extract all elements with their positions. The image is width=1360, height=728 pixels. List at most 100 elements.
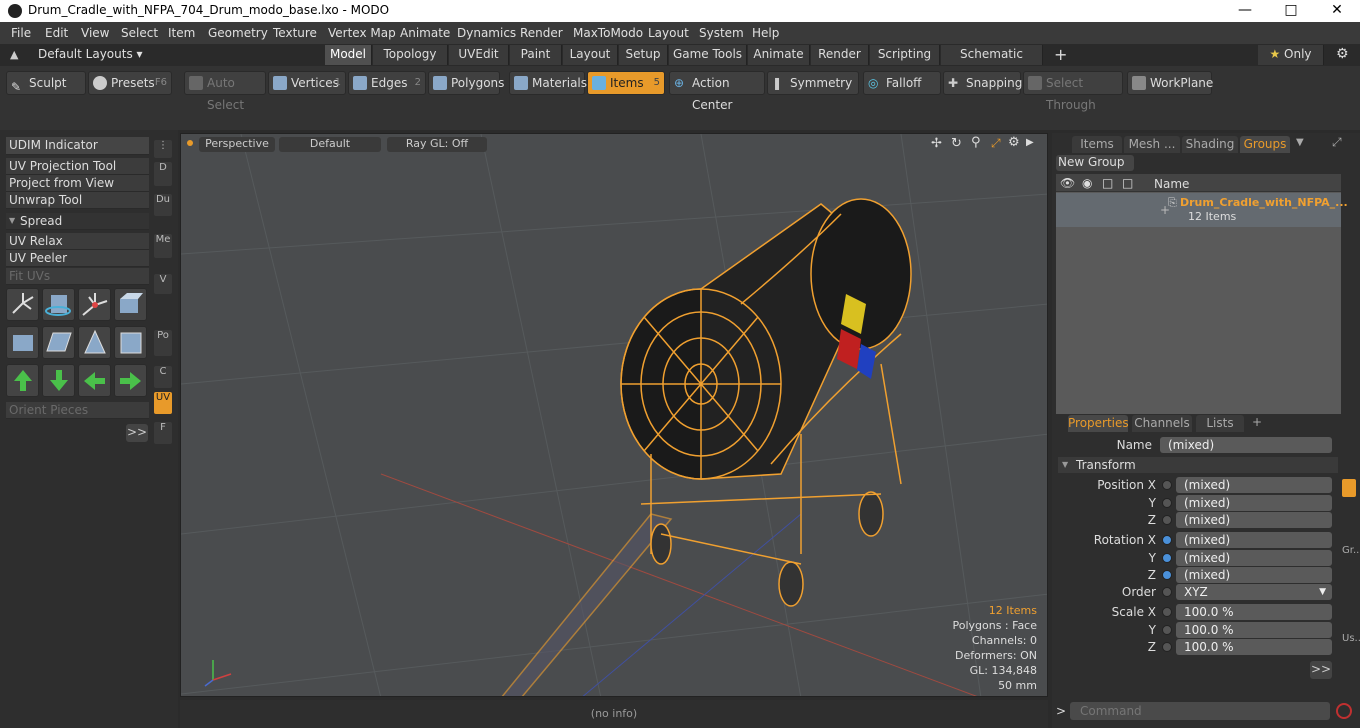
- render-icon[interactable]: ◉: [1082, 176, 1092, 190]
- order-radio[interactable]: [1162, 587, 1172, 597]
- symmetry-button[interactable]: ❚ Symmetry: [767, 71, 859, 95]
- uv-move-icon[interactable]: [78, 288, 111, 321]
- uv-peeler-item[interactable]: UV Peeler: [6, 250, 149, 267]
- menu-animate[interactable]: Animate: [400, 26, 450, 40]
- rotation-x-field[interactable]: (mixed): [1176, 532, 1332, 548]
- project-from-view-item[interactable]: Project from View: [6, 175, 149, 192]
- vtab-c[interactable]: C: [154, 366, 172, 388]
- scale-z-radio[interactable]: [1162, 642, 1172, 652]
- add-tab-icon[interactable]: +: [1054, 45, 1067, 64]
- position-x-radio[interactable]: [1162, 480, 1172, 490]
- tab-properties[interactable]: Properties: [1068, 415, 1129, 432]
- unwrap-tool-item[interactable]: Unwrap Tool: [6, 192, 149, 209]
- tab-lists[interactable]: Lists: [1196, 415, 1244, 432]
- uv-relax-item[interactable]: UV Relax: [6, 233, 149, 250]
- visibility-eye-icon[interactable]: 👁: [1060, 176, 1075, 190]
- layout-arrow-icon[interactable]: ▲: [10, 48, 18, 61]
- rotation-y-radio[interactable]: [1162, 553, 1172, 563]
- menu-layout[interactable]: Layout: [648, 26, 689, 40]
- scale-y-radio[interactable]: [1162, 625, 1172, 635]
- close-button[interactable]: ✕: [1314, 0, 1360, 22]
- menu-system[interactable]: System: [699, 26, 744, 40]
- tab-animate[interactable]: Animate: [748, 45, 810, 65]
- tab-channels[interactable]: Channels: [1132, 415, 1192, 432]
- settings-gear-icon[interactable]: ⚙: [1336, 46, 1349, 62]
- items-button[interactable]: Items 5: [587, 71, 665, 95]
- command-input[interactable]: [1070, 702, 1330, 720]
- position-z-field[interactable]: (mixed): [1176, 512, 1332, 528]
- falloff-button[interactable]: ◎ Falloff: [863, 71, 941, 95]
- lock-cube-icon[interactable]: □: [1102, 176, 1113, 190]
- menu-texture[interactable]: Texture: [273, 26, 317, 40]
- vtab-v[interactable]: V: [154, 274, 172, 294]
- properties-side-tab[interactable]: [1342, 479, 1356, 497]
- vertices-button[interactable]: Vertices 1: [268, 71, 346, 95]
- side-tab-us[interactable]: Us...: [1342, 633, 1360, 644]
- only-toggle[interactable]: ★ Only: [1258, 45, 1324, 65]
- tabs-dropdown-icon[interactable]: ▼: [1296, 137, 1304, 148]
- action-center-button[interactable]: ⊕ Action Center: [669, 71, 765, 112]
- uv-box-icon[interactable]: [114, 288, 147, 321]
- rotation-y-field[interactable]: (mixed): [1176, 550, 1332, 566]
- fit-view-icon[interactable]: ⤢: [991, 136, 1001, 151]
- tab-scripting[interactable]: Scripting: [870, 45, 940, 65]
- record-icon[interactable]: [1336, 703, 1352, 719]
- arrow-left-icon[interactable]: [78, 364, 111, 397]
- materials-button[interactable]: Materials: [509, 71, 587, 95]
- arrow-right-icon[interactable]: [114, 364, 147, 397]
- position-y-radio[interactable]: [1162, 498, 1172, 508]
- tab-schematic-fusion[interactable]: Schematic Fusion: [941, 45, 1043, 80]
- order-dropdown[interactable]: XYZ ▼: [1176, 584, 1332, 600]
- viewport-settings-icon[interactable]: ⚙: [1008, 135, 1020, 150]
- tab-uvedit[interactable]: UVEdit: [449, 45, 509, 65]
- udim-indicator-item[interactable]: UDIM Indicator: [6, 137, 149, 155]
- drum-cradle-model[interactable]: [501, 198, 912, 697]
- tab-shading[interactable]: Shading: [1182, 136, 1238, 153]
- tab-setup[interactable]: Setup: [619, 45, 668, 65]
- raygl-toggle[interactable]: Ray GL: Off: [387, 137, 487, 152]
- tab-paint[interactable]: Paint: [510, 45, 562, 65]
- menu-item[interactable]: Item: [168, 26, 195, 40]
- rotation-x-radio[interactable]: [1162, 535, 1172, 545]
- sculpt-button[interactable]: ✎ Sculpt: [6, 71, 86, 95]
- vtab-du[interactable]: Du: [154, 194, 172, 216]
- fit-uvs-item[interactable]: Fit UVs: [6, 268, 149, 285]
- rotate-icon[interactable]: ↻: [951, 136, 962, 151]
- more-tools-button[interactable]: >>: [126, 424, 148, 442]
- scale-x-radio[interactable]: [1162, 607, 1172, 617]
- snapping-button[interactable]: ✚ Snapping: [943, 71, 1022, 95]
- select-through-button[interactable]: Select Through: [1023, 71, 1123, 112]
- panel-expand-icon[interactable]: ⤢: [1332, 135, 1342, 150]
- presets-button[interactable]: Presets F6: [88, 71, 172, 95]
- tab-groups[interactable]: Groups: [1240, 136, 1290, 153]
- zoom-icon[interactable]: ⚲: [971, 135, 981, 150]
- spread-collapse-icon[interactable]: ▼: [9, 216, 15, 225]
- name-column-header[interactable]: Name: [1154, 177, 1189, 191]
- uv-rotate-icon[interactable]: [42, 288, 75, 321]
- vtab-f[interactable]: F: [154, 422, 172, 444]
- scale-x-field[interactable]: 100.0 %: [1176, 604, 1332, 620]
- auto-select-button[interactable]: Auto Select: [184, 71, 266, 112]
- menu-select[interactable]: Select: [121, 26, 158, 40]
- vtab-me[interactable]: Me: [154, 234, 172, 258]
- position-y-field[interactable]: (mixed): [1176, 495, 1332, 511]
- menu-file[interactable]: File: [11, 26, 31, 40]
- default-layouts-dropdown[interactable]: Default Layouts ▾: [38, 47, 143, 61]
- more-properties-button[interactable]: >>: [1310, 661, 1332, 679]
- add-props-tab-icon[interactable]: +: [1252, 415, 1262, 429]
- tab-items[interactable]: Items: [1072, 136, 1122, 153]
- tab-layout[interactable]: Layout: [563, 45, 618, 65]
- select-cube-icon[interactable]: □: [1122, 176, 1133, 190]
- workplane-button[interactable]: WorkPlane: [1127, 71, 1213, 95]
- viewport-scene[interactable]: [181, 134, 1048, 697]
- position-x-field[interactable]: (mixed): [1176, 477, 1332, 493]
- vtab-d[interactable]: D: [154, 162, 172, 186]
- menu-maxtomodo[interactable]: MaxToModo: [573, 26, 643, 40]
- name-field[interactable]: (mixed): [1160, 437, 1332, 453]
- menu-help[interactable]: Help: [752, 26, 779, 40]
- edges-button[interactable]: Edges 2: [348, 71, 426, 95]
- menu-edit[interactable]: Edit: [45, 26, 68, 40]
- arrow-up-icon[interactable]: [6, 364, 39, 397]
- viewport-expand-icon[interactable]: ▶: [1026, 137, 1034, 148]
- polygons-button[interactable]: Polygons: [428, 71, 504, 95]
